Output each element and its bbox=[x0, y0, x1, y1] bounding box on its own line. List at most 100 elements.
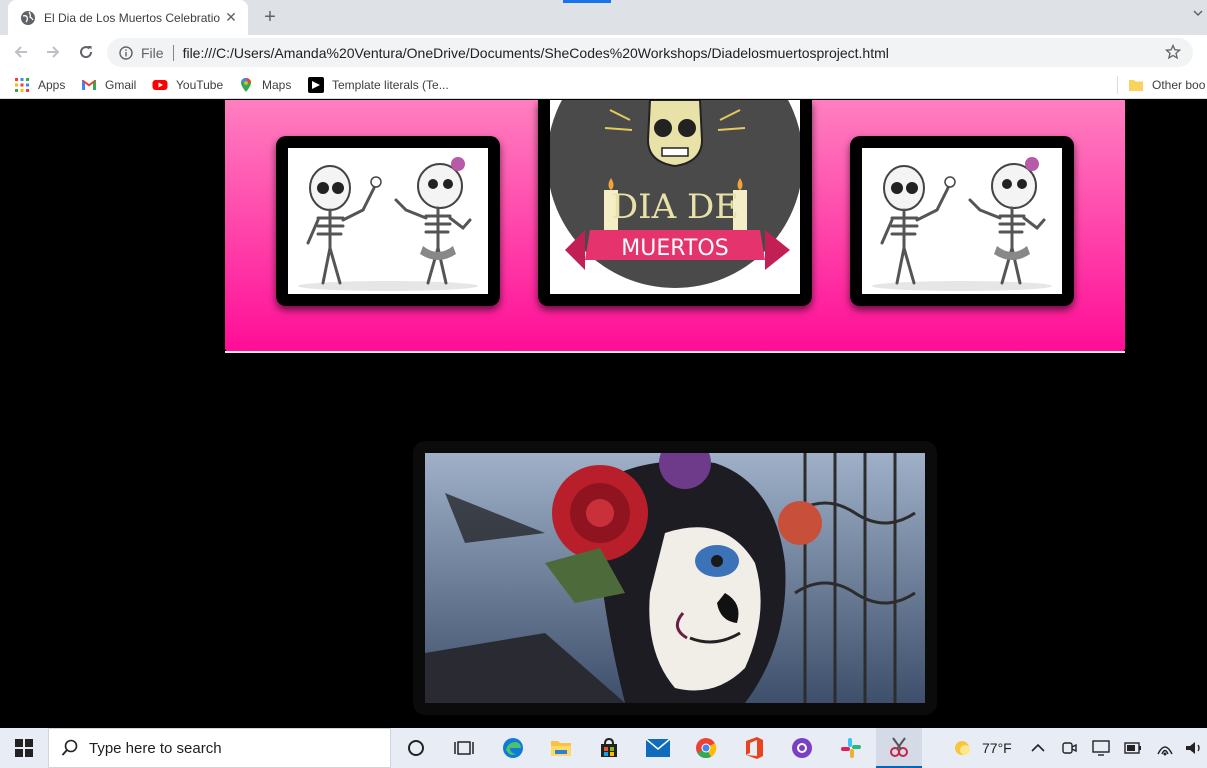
globe-icon bbox=[21, 10, 35, 25]
task-view-button[interactable] bbox=[452, 736, 476, 760]
wifi-tray-button[interactable] bbox=[1156, 739, 1174, 757]
youtube-icon bbox=[152, 80, 168, 90]
github-desktop-icon bbox=[792, 738, 812, 758]
tab-search-chevron-icon[interactable] bbox=[1193, 8, 1203, 18]
bookmark-gmail[interactable]: Gmail bbox=[81, 76, 136, 94]
bookmark-youtube[interactable]: YouTube bbox=[152, 76, 223, 94]
start-button[interactable] bbox=[0, 728, 48, 768]
volume-tray-button[interactable] bbox=[1185, 739, 1203, 757]
bookmark-label: Maps bbox=[262, 78, 292, 92]
browser-toolbar: File file:///C:/Users/Amanda%20Ventura/O… bbox=[0, 35, 1207, 70]
mail-icon bbox=[646, 739, 670, 757]
maps-icon bbox=[241, 78, 251, 92]
battery-tray-button[interactable] bbox=[1124, 739, 1142, 757]
dancing-skeletons-image-left bbox=[288, 148, 488, 294]
codepen-icon bbox=[308, 77, 324, 93]
snip-sketch-button[interactable] bbox=[876, 728, 922, 768]
speaker-icon bbox=[1186, 742, 1200, 754]
search-placeholder: Type here to search bbox=[89, 739, 222, 757]
bookmark-label: Template literals (Te... bbox=[332, 78, 449, 92]
banner-divider bbox=[225, 351, 1125, 353]
bookmark-label: Apps bbox=[38, 78, 66, 92]
weather-temp: 77°F bbox=[982, 740, 1012, 756]
snip-sketch-icon bbox=[890, 737, 908, 757]
bookmark-other[interactable]: Other boo bbox=[1128, 76, 1205, 94]
photo-frame bbox=[413, 441, 937, 715]
back-arrow-icon bbox=[14, 46, 27, 58]
battery-icon bbox=[1124, 742, 1141, 754]
bookmark-label: Gmail bbox=[105, 78, 137, 92]
bookmark-apps[interactable]: Apps bbox=[14, 76, 65, 94]
github-desktop-button[interactable] bbox=[790, 736, 814, 760]
scheme-divider bbox=[172, 44, 174, 61]
monitor-icon bbox=[1092, 740, 1110, 756]
windows-logo-icon bbox=[15, 739, 33, 757]
mail-button[interactable] bbox=[646, 736, 670, 760]
meet-now-button[interactable] bbox=[1060, 739, 1078, 757]
chrome-icon bbox=[696, 738, 717, 759]
dancing-skeletons-image-right bbox=[862, 148, 1062, 294]
folder-icon bbox=[1129, 80, 1143, 91]
weather-widget[interactable]: 77°F bbox=[952, 738, 1012, 758]
bookmark-star-icon[interactable] bbox=[1165, 44, 1181, 60]
browser-tab[interactable]: El Dia de Los Muertos Celebratio ✕ bbox=[8, 0, 248, 35]
edge-button[interactable] bbox=[501, 736, 525, 760]
info-icon[interactable] bbox=[119, 45, 133, 60]
office-button[interactable] bbox=[742, 736, 766, 760]
reload-icon bbox=[80, 46, 93, 59]
store-button[interactable] bbox=[597, 736, 621, 760]
chevron-up-icon bbox=[1031, 743, 1045, 752]
apps-grid-icon bbox=[15, 78, 29, 92]
logo-ribbon-text: MUERTOS bbox=[621, 236, 728, 261]
image-frame-right bbox=[850, 136, 1074, 306]
skeletons-illustration bbox=[862, 148, 1062, 294]
reload-button[interactable] bbox=[74, 40, 98, 64]
logo-illustration: DIA DE MUERTOS bbox=[550, 100, 800, 294]
logo-title-text: DIA DE bbox=[611, 187, 739, 227]
meet-now-icon bbox=[1062, 742, 1077, 754]
tab-strip: El Dia de Los Muertos Celebratio ✕ + bbox=[0, 0, 1207, 35]
back-button[interactable] bbox=[9, 40, 33, 64]
bookmarks-divider bbox=[1117, 76, 1118, 94]
scheme-label: File bbox=[141, 44, 164, 61]
active-indicator bbox=[563, 0, 611, 3]
show-hidden-icons-button[interactable] bbox=[1029, 739, 1047, 757]
skeletons-illustration bbox=[288, 148, 488, 294]
edge-icon bbox=[503, 738, 523, 758]
url-text[interactable]: file:///C:/Users/Amanda%20Ventura/OneDri… bbox=[183, 45, 889, 61]
bookmark-maps[interactable]: Maps bbox=[238, 76, 291, 94]
forward-arrow-icon bbox=[47, 46, 60, 58]
image-frame-center: DIA DE MUERTOS bbox=[538, 100, 812, 306]
cortana-icon bbox=[408, 740, 424, 756]
catrina-photo bbox=[425, 453, 925, 703]
file-explorer-icon bbox=[551, 741, 571, 756]
close-tab-icon[interactable]: ✕ bbox=[224, 10, 238, 24]
dia-de-muertos-logo: DIA DE MUERTOS bbox=[550, 100, 800, 294]
slack-button[interactable] bbox=[839, 736, 863, 760]
page-viewport[interactable]: DIA DE MUERTOS bbox=[0, 100, 1207, 728]
taskbar-search[interactable]: Type here to search bbox=[48, 728, 391, 768]
task-view-icon bbox=[454, 741, 474, 755]
forward-button[interactable] bbox=[41, 40, 65, 64]
catrina-illustration bbox=[425, 453, 925, 703]
chrome-button[interactable] bbox=[694, 736, 718, 760]
bookmark-label: Other boo bbox=[1152, 78, 1206, 92]
windows-taskbar: Type here to search 77°F bbox=[0, 728, 1207, 768]
bookmark-label: YouTube bbox=[176, 78, 224, 92]
search-icon bbox=[61, 739, 78, 756]
gmail-icon bbox=[82, 80, 96, 90]
wifi-icon bbox=[1157, 746, 1173, 756]
store-icon bbox=[601, 737, 617, 757]
office-icon bbox=[746, 737, 763, 759]
tab-title: El Dia de Los Muertos Celebratio bbox=[44, 10, 220, 25]
new-tab-button[interactable]: + bbox=[258, 6, 282, 30]
bookmarks-bar: Apps Gmail YouTube Maps Template literal… bbox=[0, 70, 1207, 99]
image-frame-left bbox=[276, 136, 500, 306]
sun-icon bbox=[955, 741, 970, 755]
cortana-button[interactable] bbox=[404, 736, 428, 760]
bookmark-template-literals[interactable]: Template literals (Te... bbox=[308, 76, 449, 94]
address-bar[interactable]: File file:///C:/Users/Amanda%20Ventura/O… bbox=[107, 38, 1193, 67]
security-tray-button[interactable] bbox=[1092, 739, 1110, 757]
slack-icon bbox=[841, 738, 861, 758]
file-explorer-button[interactable] bbox=[549, 736, 573, 760]
